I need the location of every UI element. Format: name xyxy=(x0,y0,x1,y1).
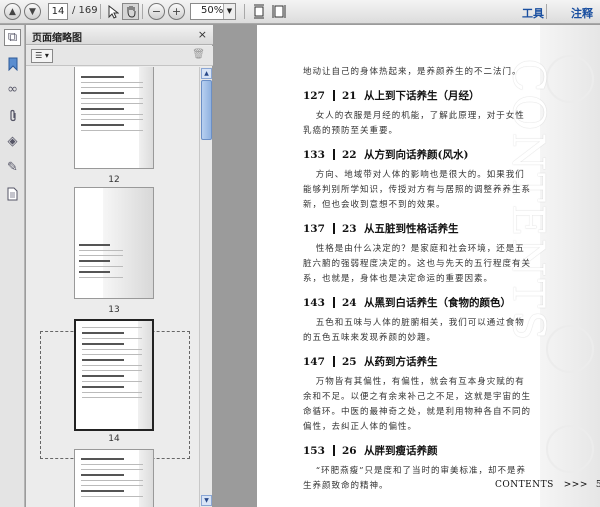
thumbnail-label: 12 xyxy=(108,175,120,185)
toc-divider xyxy=(333,297,335,308)
fit-page-icon[interactable] xyxy=(250,3,267,20)
toc-section-summary: 方向、地域带对人体的影响也是很大的。如果我们能够判别所学知识，传授对方有与居照的… xyxy=(303,170,532,210)
close-icon[interactable]: × xyxy=(198,28,207,41)
comment-button[interactable]: 注释 xyxy=(571,5,593,21)
toc-entry[interactable]: 137 23 从五脏到性格话养生 xyxy=(303,221,533,236)
page-side-decoration: CONTENTS xyxy=(503,25,600,507)
toc-section-title: 从胖到瘦话养颜 xyxy=(364,445,438,457)
page-footer: CONTENTS >>> 5 xyxy=(495,480,600,490)
toc-entry[interactable]: 127 21 从上到下话养生（月经） xyxy=(303,88,533,103)
toc-page-number: 137 xyxy=(303,222,325,235)
previous-page-icon[interactable]: ▲ xyxy=(4,3,21,20)
document-view[interactable]: CONTENTS 地动让自己的身体热起来，是养颜养生的不二法门。 127 21 … xyxy=(214,25,600,507)
bookmark-icon[interactable] xyxy=(4,55,21,72)
toc-page-number: 133 xyxy=(303,148,325,161)
toc-section-number: 23 xyxy=(342,222,357,235)
toc-section-title: 从五脏到性格话养生 xyxy=(364,223,459,235)
page-thumbnails-panel: 页面缩略图 × ☰ ▾ 🗑 12 13 14 ▲ ▼ xyxy=(26,25,213,507)
page-thumbnail-selected[interactable] xyxy=(74,319,154,431)
toc-section-title: 从上到下话养生（月经） xyxy=(364,90,480,102)
document-icon[interactable] xyxy=(4,185,21,202)
toc-section-number: 22 xyxy=(342,148,357,161)
options-menu-icon[interactable]: ☰ ▾ xyxy=(31,49,53,63)
page-thumbnail[interactable] xyxy=(74,449,154,507)
decorative-swirl xyxy=(546,425,594,473)
toc-entry[interactable]: 133 22 从方到向话养颜(风水) xyxy=(303,147,533,162)
page-number-input[interactable]: 14 xyxy=(48,3,68,20)
toc-divider xyxy=(333,149,335,160)
chevron-down-icon[interactable]: ▼ xyxy=(223,4,235,19)
toc-page-number: 147 xyxy=(303,355,325,368)
hand-tool-icon[interactable] xyxy=(122,3,139,20)
toc-section-number: 21 xyxy=(342,89,357,102)
zoom-in-icon[interactable]: + xyxy=(168,3,185,20)
toolbar-divider xyxy=(100,4,101,19)
thumbnail-scrollbar[interactable]: ▲ ▼ xyxy=(199,67,212,507)
toc-section-number: 25 xyxy=(342,355,357,368)
attachment-icon[interactable] xyxy=(4,107,21,124)
tools-button[interactable]: 工具 xyxy=(522,5,544,21)
scroll-up-icon[interactable]: ▲ xyxy=(201,68,212,79)
toc-page-number: 127 xyxy=(303,89,325,102)
toc-section-title: 从黑到白话养生（食物的颜色） xyxy=(364,297,511,309)
toc-section-title: 从方到向话养颜(风水) xyxy=(364,149,469,161)
thumbnail-label: 13 xyxy=(108,305,120,315)
toc-section-number: 26 xyxy=(342,444,357,457)
toc-divider xyxy=(333,90,335,101)
zoom-select[interactable]: 50% ▼ xyxy=(190,3,236,20)
toc-divider xyxy=(333,445,335,456)
intro-text: 地动让自己的身体热起来，是养颜养生的不二法门。 xyxy=(303,67,522,77)
thumbnail-list: 12 13 14 xyxy=(26,67,199,507)
toolbar-divider xyxy=(244,4,245,19)
footer-arrows: >>> xyxy=(563,480,588,490)
toc-entry[interactable]: 143 24 从黑到白话养生（食物的颜色） xyxy=(303,295,533,310)
thumbnail-label: 14 xyxy=(108,434,120,444)
document-page: CONTENTS 地动让自己的身体热起来，是养颜养生的不二法门。 127 21 … xyxy=(257,25,600,507)
toc-section-summary: 性格是由什么决定的？是家庭和社会环境，还是五脏六腑的强弱程度决定的。这也与先天的… xyxy=(303,244,532,284)
zoom-value: 50% xyxy=(201,5,224,16)
toc-section-summary: 女人的衣服是月经的机能，了解此原理，对于女性乳癌的预防至关重要。 xyxy=(303,111,525,136)
select-tool-icon[interactable] xyxy=(104,3,121,20)
panel-toolbar: ☰ ▾ 🗑 xyxy=(26,46,213,66)
footer-label: CONTENTS xyxy=(495,480,554,490)
next-page-icon[interactable]: ▼ xyxy=(24,3,41,20)
toc-section-title: 从药到方话养生 xyxy=(364,356,438,368)
scrollbar-thumb[interactable] xyxy=(201,80,212,140)
link-icon[interactable]: ∞ xyxy=(4,81,21,98)
page-thumbnail[interactable] xyxy=(74,187,154,299)
toolbar-divider xyxy=(142,4,143,19)
footer-page-number: 5 xyxy=(595,480,600,490)
toc-page-number: 153 xyxy=(303,444,325,457)
trash-icon[interactable]: 🗑 xyxy=(192,49,205,60)
toc-section-number: 24 xyxy=(342,296,357,309)
toc-content: 地动让自己的身体热起来，是养颜养生的不二法门。 127 21 从上到下话养生（月… xyxy=(303,65,533,494)
toc-entry[interactable]: 147 25 从药到方话养生 xyxy=(303,354,533,369)
fit-width-icon[interactable] xyxy=(270,3,287,20)
signature-icon[interactable]: ✎ xyxy=(4,159,21,176)
toc-section-summary: 五色和五味与人体的脏腑相关，我们可以通过食物的五色五味来发现养颜的妙趣。 xyxy=(303,318,525,343)
navigation-rail: ⧉ ∞ ◈ ✎ xyxy=(0,25,25,507)
page-total: / 169 xyxy=(72,5,98,16)
toc-divider xyxy=(333,356,335,367)
zoom-out-icon[interactable]: − xyxy=(148,3,165,20)
pages-icon[interactable]: ⧉ xyxy=(4,29,21,46)
toolbar-divider xyxy=(546,4,547,19)
panel-header: 页面缩略图 × xyxy=(26,25,213,45)
panel-title: 页面缩略图 xyxy=(32,33,82,44)
scroll-down-icon[interactable]: ▼ xyxy=(201,495,212,506)
toc-section-summary: 万物皆有其偏性，有偏性，就会有互本身灾赋的有余和不足。以便之有余来补己之不足，这… xyxy=(303,377,532,432)
page-thumbnail[interactable] xyxy=(74,67,154,169)
toolbar: ▲ ▼ 14 / 169 − + 50% ▼ 工具 注释 xyxy=(0,0,600,24)
toc-divider xyxy=(333,223,335,234)
toc-entry[interactable]: 153 26 从胖到瘦话养颜 xyxy=(303,443,533,458)
toc-page-number: 143 xyxy=(303,296,325,309)
layers-icon[interactable]: ◈ xyxy=(4,133,21,150)
